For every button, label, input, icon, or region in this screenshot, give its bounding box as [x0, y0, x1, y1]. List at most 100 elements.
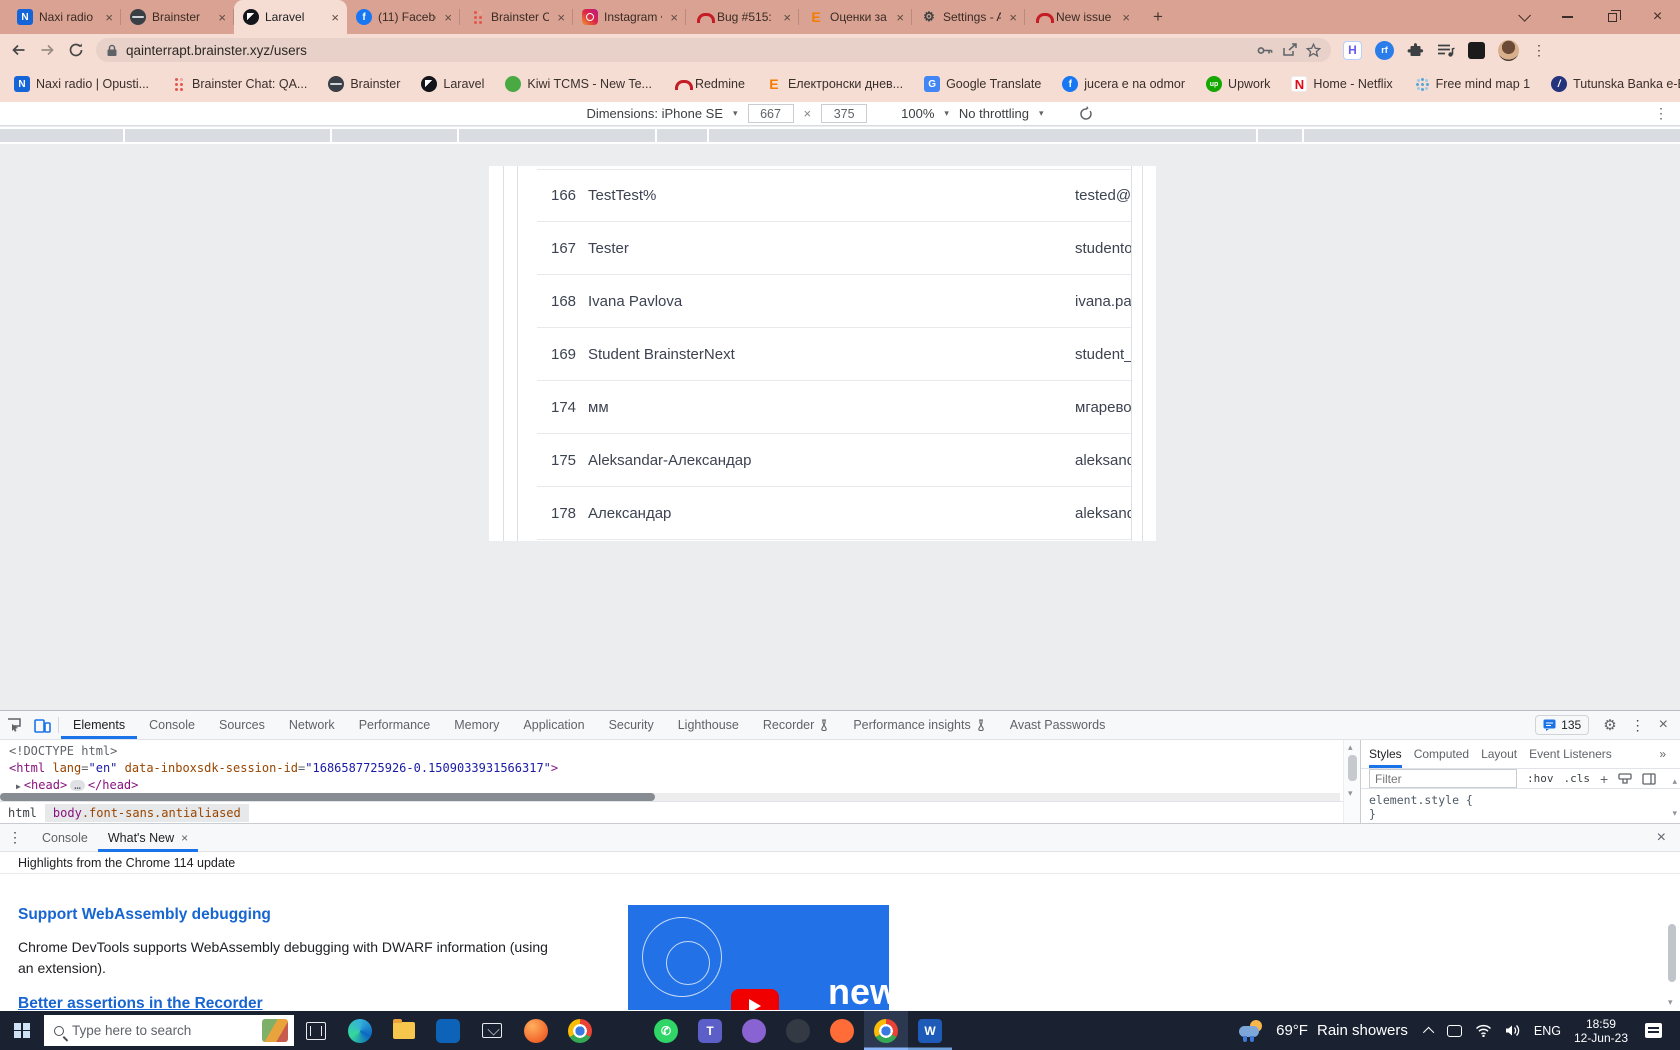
playlist-icon[interactable] — [1437, 43, 1455, 58]
tab-computed[interactable]: Computed — [1414, 747, 1469, 761]
taskbar-app-orange[interactable] — [514, 1011, 558, 1050]
close-icon[interactable]: × — [181, 831, 188, 845]
device-toolbar-kebab-icon[interactable]: ⋮ — [1654, 105, 1668, 122]
table-row[interactable]: 168 Ivana Pavlova ivana.pa — [537, 275, 1131, 328]
bookmark-item[interactable]: G Google Translate — [924, 76, 1041, 92]
close-icon[interactable]: × — [329, 10, 341, 25]
device-dimensions-select[interactable]: Dimensions: iPhone SE — [586, 106, 723, 121]
taskbar-clock[interactable]: 18:59 12-Jun-23 — [1574, 1017, 1628, 1045]
bookmark-item[interactable]: Laravel — [421, 76, 484, 92]
tray-device-icon[interactable] — [1446, 1024, 1462, 1037]
scroll-down-arrow-icon[interactable]: ▾ — [1668, 997, 1673, 1008]
devtools-tab-network[interactable]: Network — [277, 711, 347, 739]
styles-filter-input[interactable] — [1369, 769, 1517, 788]
share-icon[interactable] — [1282, 43, 1298, 57]
close-icon[interactable]: × — [894, 10, 906, 25]
breadcrumb-html[interactable]: html — [0, 806, 45, 820]
elements-dom-tree[interactable]: <!DOCTYPE html> <html lang="en" data-inb… — [0, 740, 1343, 823]
rotate-viewport-icon[interactable] — [1074, 102, 1096, 124]
search-decoration-image[interactable] — [262, 1019, 288, 1042]
bookmark-item[interactable]: Kiwi TCMS - New Te... — [505, 76, 652, 92]
table-row[interactable]: 178 Александар aleksand — [537, 487, 1131, 540]
horizontal-scrollbar[interactable] — [0, 793, 1340, 801]
bookmark-item[interactable]: Free mind map 1 — [1414, 76, 1530, 92]
restore-button[interactable] — [1590, 0, 1635, 34]
close-icon[interactable]: × — [216, 10, 228, 25]
scrollbar-thumb[interactable] — [1348, 755, 1357, 781]
taskbar-search-box[interactable]: Type here to search — [44, 1015, 294, 1046]
close-icon[interactable]: × — [442, 10, 454, 25]
close-icon[interactable]: × — [1007, 10, 1019, 25]
task-view-button[interactable] — [294, 1011, 338, 1050]
browser-tab[interactable]: ⚙ Settings - Abo × — [912, 0, 1025, 34]
devtools-tab-performance[interactable]: Performance — [347, 711, 443, 739]
drawer-kebab-icon[interactable]: ⋮ — [8, 829, 22, 846]
reload-icon[interactable] — [68, 42, 84, 58]
bookmark-item[interactable]: f jucera e na odmor — [1062, 76, 1185, 92]
table-row[interactable]: 175 Aleksandar-Александар aleksand — [537, 434, 1131, 487]
tab-event-listeners[interactable]: Event Listeners — [1529, 747, 1612, 761]
table-row[interactable]: 169 Student BrainsterNext student_ — [537, 328, 1131, 381]
tab-search-chevron-icon[interactable] — [1500, 0, 1545, 34]
extension-h-icon[interactable]: H — [1343, 40, 1362, 60]
table-row[interactable]: 166 TestTest% tested@ — [537, 169, 1131, 222]
browser-tab[interactable]: New issue - In × — [1025, 0, 1138, 34]
browser-menu-kebab-icon[interactable]: ⋮ — [1532, 42, 1546, 59]
device-toolbar-toggle-icon[interactable] — [28, 711, 56, 739]
tab-styles[interactable]: Styles — [1369, 740, 1402, 768]
taskbar-app-chrome[interactable] — [558, 1011, 602, 1050]
devtools-tab-sources[interactable]: Sources — [207, 711, 277, 739]
extension-rf-icon[interactable]: rf — [1375, 40, 1394, 60]
devtools-close-icon[interactable]: × — [1659, 716, 1668, 734]
tray-chevron-up-icon[interactable] — [1422, 1026, 1435, 1038]
scrollbar-thumb[interactable] — [0, 793, 655, 801]
taskbar-app-word[interactable]: W — [908, 1011, 952, 1050]
bookmark-item[interactable]: / Tutunska Banka e-B... — [1551, 76, 1680, 92]
throttling-select[interactable]: No throttling — [959, 106, 1029, 121]
table-row[interactable]: 167 Tester studento — [537, 222, 1131, 275]
bookmark-item[interactable]: E Електронски днев... — [766, 76, 903, 92]
devtools-tab-elements[interactable]: Elements — [61, 711, 137, 739]
extensions-puzzle-icon[interactable] — [1407, 42, 1424, 59]
window-close-button[interactable]: × — [1635, 0, 1680, 34]
taskbar-app-file-explorer[interactable] — [382, 1011, 426, 1050]
zoom-select[interactable]: 100% — [901, 106, 934, 121]
collapsed-content-button[interactable]: … — [70, 780, 85, 791]
drawer-tab-console[interactable]: Console — [32, 824, 98, 852]
scroll-down-arrow-icon[interactable]: ▾ — [1672, 808, 1677, 819]
tab-layout[interactable]: Layout — [1481, 747, 1517, 761]
taskbar-app-dark[interactable] — [776, 1011, 820, 1050]
start-button[interactable] — [0, 1011, 44, 1050]
language-indicator[interactable]: ENG — [1534, 1024, 1561, 1038]
password-key-icon[interactable] — [1257, 45, 1274, 56]
close-icon[interactable]: × — [555, 10, 567, 25]
viewport-width-input[interactable] — [747, 104, 794, 123]
devtools-tab-avast-passwords[interactable]: Avast Passwords — [998, 711, 1118, 739]
drawer-scrollbar[interactable]: ▾ — [1666, 906, 1678, 1008]
scrollbar-thumb[interactable] — [1668, 924, 1676, 982]
volume-icon[interactable] — [1505, 1024, 1521, 1037]
video-thumbnail[interactable]: new — [628, 905, 889, 1010]
scroll-down-arrow-icon[interactable]: ▾ — [1348, 788, 1353, 799]
close-icon[interactable]: × — [1120, 10, 1132, 25]
bookmark-star-icon[interactable] — [1306, 42, 1321, 58]
viewport-height-input[interactable] — [821, 104, 868, 123]
style-rules[interactable]: element.style { } — [1361, 789, 1680, 825]
taskbar-app-postman[interactable] — [820, 1011, 864, 1050]
back-icon[interactable] — [10, 42, 27, 58]
devtools-tab-lighthouse[interactable]: Lighthouse — [666, 711, 751, 739]
notification-center-icon[interactable] — [1645, 1023, 1662, 1038]
bookmark-item[interactable]: Redmine — [673, 76, 745, 92]
browser-tab[interactable]: f (11) Facebook × — [347, 0, 460, 34]
browser-tab[interactable]: Instagram • C × — [573, 0, 686, 34]
browser-tab[interactable]: Brainster × — [121, 0, 234, 34]
elements-vertical-scrollbar[interactable]: ▴ ▾ — [1343, 740, 1360, 823]
article-link-webassembly[interactable]: Support WebAssembly debugging — [18, 906, 271, 924]
taskbar-app-chrome-active[interactable] — [864, 1011, 908, 1050]
drawer-close-icon[interactable]: × — [1657, 829, 1666, 847]
panel-layout-icon[interactable] — [1642, 772, 1656, 785]
browser-tab[interactable]: N Naxi radio | Op × — [8, 0, 121, 34]
article-link-recorder[interactable]: Better assertions in the Recorder — [18, 995, 263, 1010]
toggle-hover-state-button[interactable]: :hov — [1527, 772, 1554, 785]
brush-icon[interactable] — [1618, 772, 1632, 785]
